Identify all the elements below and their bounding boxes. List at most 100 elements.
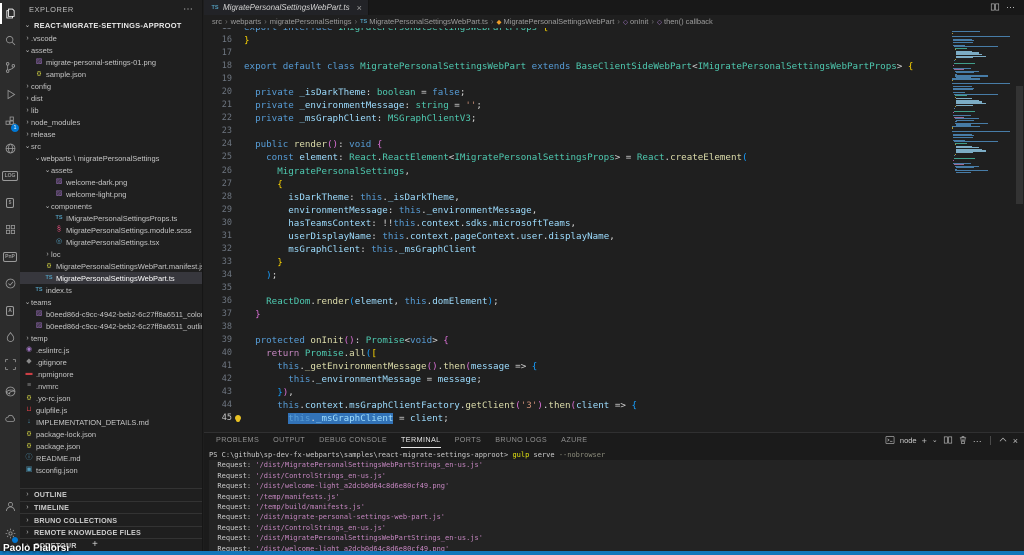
tree-folder-webparts-migratepersonalsettings[interactable]: ⌄webparts \ migratePersonalSettings bbox=[20, 152, 202, 164]
tree-file-welcome-light-png[interactable]: ▨welcome-light.png bbox=[20, 188, 202, 200]
code-line-39[interactable]: 39 protected onInit(): Promise<void> { bbox=[204, 334, 1024, 347]
tree-file-package-lock-json[interactable]: {}package-lock.json bbox=[20, 428, 202, 440]
activity-log-output-icon[interactable]: LOG bbox=[0, 162, 20, 189]
code-line-38[interactable]: 38 bbox=[204, 321, 1024, 334]
close-panel-icon[interactable]: × bbox=[1013, 436, 1018, 446]
tree-file-gulpfile-js[interactable]: ⊔gulpfile.js bbox=[20, 404, 202, 416]
status-bar[interactable] bbox=[0, 551, 1024, 555]
code-line-19[interactable]: 19 bbox=[204, 73, 1024, 86]
tree-file-migratepersonalsettings-module-scss[interactable]: §MigratePersonalSettings.module.scss bbox=[20, 224, 202, 236]
panel-tab-azure[interactable]: AZURE bbox=[561, 433, 587, 448]
kill-terminal-icon[interactable] bbox=[958, 432, 968, 450]
split-terminal-icon[interactable] bbox=[943, 432, 953, 450]
activity-flame-icon[interactable] bbox=[0, 324, 20, 351]
code-editor[interactable]: 15export interface IMigratePersonalSetti… bbox=[204, 28, 1024, 432]
breadcrumb-item[interactable]: ◇onInit bbox=[623, 17, 648, 26]
tree-file-welcome-dark-png[interactable]: ▨welcome-dark.png bbox=[20, 176, 202, 188]
code-line-30[interactable]: 30 hasTeamsContext: !!this.context.sdks.… bbox=[204, 217, 1024, 230]
terminal-output[interactable]: PS C:\github\sp-dev-fx-webparts\samples\… bbox=[204, 448, 1024, 555]
tree-file-imigratepersonalsettingsprops-ts[interactable]: TSIMigratePersonalSettingsProps.ts bbox=[20, 212, 202, 224]
more-actions-icon[interactable]: ⋯ bbox=[183, 4, 194, 15]
code-line-33[interactable]: 33 } bbox=[204, 256, 1024, 269]
tree-file-migratepersonalsettingswebpart-ts[interactable]: TSMigratePersonalSettingsWebPart.ts bbox=[20, 272, 202, 284]
breadcrumb-item[interactable]: ◇then() callback bbox=[657, 17, 713, 26]
tree-folder-node-modules[interactable]: ›node_modules bbox=[20, 116, 202, 128]
activity-edge-browser-icon[interactable] bbox=[0, 378, 20, 405]
tree-folder-assets[interactable]: ⌄assets bbox=[20, 44, 202, 56]
code-line-25[interactable]: 25 const element: React.ReactElement<IMi… bbox=[204, 151, 1024, 164]
panel-more-actions-icon[interactable]: ⋯ bbox=[973, 436, 983, 446]
code-line-31[interactable]: 31 userDisplayName: this.context.pageCon… bbox=[204, 230, 1024, 243]
code-line-29[interactable]: 29 environmentMessage: this._environment… bbox=[204, 204, 1024, 217]
section-bruno-collections[interactable]: ›BRUNO COLLECTIONS bbox=[20, 513, 202, 526]
project-root-header[interactable]: ⌄ REACT-MIGRATE-SETTINGS-APPROOT bbox=[20, 18, 202, 32]
tree-file-b0eed86d-c9cc-4942-beb2-6c27ff8a6511-outline-[interactable]: ▨b0eed86d-c9cc-4942-beb2-6c27ff8a6511_ou… bbox=[20, 320, 202, 332]
maximize-panel-icon[interactable] bbox=[998, 432, 1008, 450]
tree-folder-components[interactable]: ⌄components bbox=[20, 200, 202, 212]
code-line-17[interactable]: 17 bbox=[204, 47, 1024, 60]
code-line-37[interactable]: 37 } bbox=[204, 308, 1024, 321]
tree-file-migrate-personal-settings-01-png[interactable]: ▨migrate-personal-settings-01.png bbox=[20, 56, 202, 68]
tree-file-package-json[interactable]: {}package.json bbox=[20, 440, 202, 452]
code-line-21[interactable]: 21 private _environmentMessage: string =… bbox=[204, 99, 1024, 112]
tree-folder-release[interactable]: ›release bbox=[20, 128, 202, 140]
tree-folder--vscode[interactable]: ›.vscode bbox=[20, 32, 202, 44]
code-line-20[interactable]: 20 private _isDarkTheme: boolean = false… bbox=[204, 86, 1024, 99]
activity-search-icon[interactable] bbox=[0, 27, 20, 54]
code-line-16[interactable]: 16} bbox=[204, 34, 1024, 47]
activity-account-icon[interactable] bbox=[0, 493, 20, 520]
activity-run-debug-icon[interactable] bbox=[0, 81, 20, 108]
tree-folder-assets[interactable]: ⌄assets bbox=[20, 164, 202, 176]
code-line-27[interactable]: 27 { bbox=[204, 178, 1024, 191]
tree-folder-src[interactable]: ⌄src bbox=[20, 140, 202, 152]
panel-tab-terminal[interactable]: TERMINAL bbox=[401, 433, 441, 448]
activity-frame-icon[interactable] bbox=[0, 351, 20, 378]
tree-file--npmignore[interactable]: ▬.npmignore bbox=[20, 368, 202, 380]
terminal-dropdown-icon[interactable]: ⌄ bbox=[932, 436, 938, 446]
tree-file-tsconfig-json[interactable]: ▣tsconfig.json bbox=[20, 464, 202, 476]
lightbulb-icon[interactable] bbox=[235, 415, 241, 421]
code-line-26[interactable]: 26 MigratePersonalSettings, bbox=[204, 165, 1024, 178]
breadcrumb-item[interactable]: src bbox=[212, 17, 222, 26]
tree-file-readme-md[interactable]: ⓘREADME.md bbox=[20, 452, 202, 464]
activity-extensions-icon[interactable]: 1 bbox=[0, 108, 20, 135]
section-remote-knowledge-files[interactable]: ›REMOTE KNOWLEDGE FILES bbox=[20, 526, 202, 539]
panel-tab-debug-console[interactable]: DEBUG CONSOLE bbox=[319, 433, 387, 448]
close-icon[interactable]: × bbox=[357, 3, 362, 13]
activity-pnp-icon[interactable]: PnP bbox=[0, 243, 20, 270]
code-line-45[interactable]: 45 this._msGraphClient = client; bbox=[204, 412, 1024, 425]
add-tour-button[interactable]: + bbox=[92, 539, 98, 550]
tree-file--eslintrc-js[interactable]: ◉.eslintrc.js bbox=[20, 344, 202, 356]
tree-folder-temp[interactable]: ›temp bbox=[20, 332, 202, 344]
code-line-34[interactable]: 34 ); bbox=[204, 269, 1024, 282]
section-timeline[interactable]: ›TIMELINE bbox=[20, 501, 202, 514]
activity-globe-icon[interactable] bbox=[0, 135, 20, 162]
code-line-24[interactable]: 24 public render(): void { bbox=[204, 138, 1024, 151]
activity-cubes-icon[interactable] bbox=[0, 216, 20, 243]
code-line-22[interactable]: 22 private _msGraphClient: MSGraphClient… bbox=[204, 112, 1024, 125]
tree-folder-teams[interactable]: ⌄teams bbox=[20, 296, 202, 308]
tree-folder-lib[interactable]: ›lib bbox=[20, 104, 202, 116]
tree-file-migratepersonalsettingswebpart-manifest-json[interactable]: {}MigratePersonalSettingsWebPart.manifes… bbox=[20, 260, 202, 272]
activity-explorer-icon[interactable] bbox=[0, 0, 20, 27]
panel-tab-problems[interactable]: PROBLEMS bbox=[216, 433, 259, 448]
code-line-44[interactable]: 44 this.context.msGraphClientFactory.get… bbox=[204, 399, 1024, 412]
minimap[interactable] bbox=[952, 31, 1014, 173]
breadcrumb-item[interactable]: TSMigratePersonalSettingsWebPart.ts bbox=[360, 17, 488, 26]
tree-file-migratepersonalsettings-tsx[interactable]: ◎MigratePersonalSettings.tsx bbox=[20, 236, 202, 248]
tree-file-sample-json[interactable]: {}sample.json bbox=[20, 68, 202, 80]
split-editor-icon[interactable] bbox=[990, 0, 1000, 17]
activity-azure-icon[interactable]: A bbox=[0, 297, 20, 324]
breadcrumb-item[interactable]: migratePersonalSettings bbox=[270, 17, 352, 26]
activity-source-control-icon[interactable] bbox=[0, 54, 20, 81]
breadcrumb-item[interactable]: webparts bbox=[231, 17, 261, 26]
code-line-32[interactable]: 32 msGraphClient: this._msGraphClient bbox=[204, 243, 1024, 256]
tree-folder-config[interactable]: ›config bbox=[20, 80, 202, 92]
activity-checklist-icon[interactable] bbox=[0, 270, 20, 297]
tree-file--yo-rc-json[interactable]: {}.yo-rc.json bbox=[20, 392, 202, 404]
panel-tab-output[interactable]: OUTPUT bbox=[273, 433, 305, 448]
tree-file-index-ts[interactable]: TSindex.ts bbox=[20, 284, 202, 296]
tree-file--nvmrc[interactable]: ≡.nvmrc bbox=[20, 380, 202, 392]
tree-file-b0eed86d-c9cc-4942-beb2-6c27ff8a6511-color-p-[interactable]: ▨b0eed86d-c9cc-4942-beb2-6c27ff8a6511_co… bbox=[20, 308, 202, 320]
activity-cloud-tools-icon[interactable] bbox=[0, 405, 20, 432]
